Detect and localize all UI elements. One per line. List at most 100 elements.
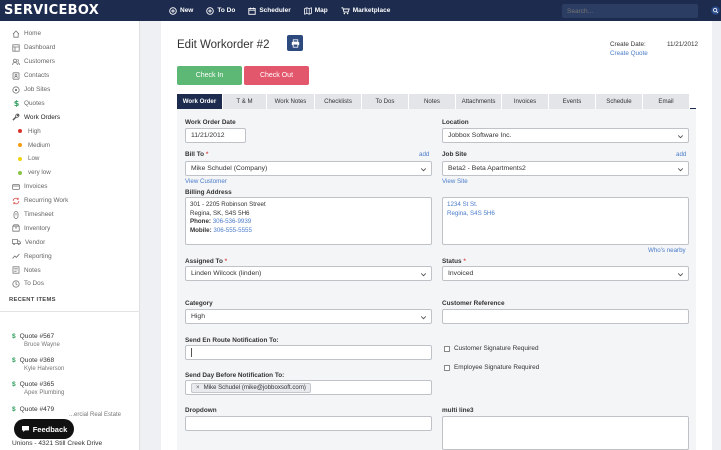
search-input[interactable] (562, 7, 672, 15)
recent-item-unions[interactable]: Unions - 4321 Still Creek Drive (12, 440, 102, 447)
tab-work-notes[interactable]: Work Notes (267, 94, 315, 109)
bill-to-add-link[interactable]: add (419, 151, 429, 158)
recipient-tag[interactable]: × Mike Schudel (mike@jobboxsoft.com) (191, 382, 311, 393)
map-icon (303, 6, 312, 15)
tab-invoices[interactable]: Invoices (502, 94, 549, 109)
sidebar-menu: Home Dashboard Customers Contacts Job Si… (0, 21, 139, 291)
priority-label: Low (28, 155, 40, 163)
dropdown-select[interactable] (185, 416, 432, 431)
assigned-to-value: Linden Wilcock (linden) (191, 270, 262, 277)
sidebar-item-work-orders[interactable]: Work Orders (12, 110, 139, 124)
tab-work-order[interactable]: Work Order (177, 94, 223, 109)
tab-checklists[interactable]: Checklists (315, 94, 362, 109)
cart-icon (341, 6, 350, 14)
sidebar-item-quotes[interactable]: $ Quotes (12, 96, 139, 110)
users-icon (12, 58, 20, 65)
sidebar-item-home[interactable]: Home (12, 27, 139, 41)
status-label: Status * (442, 258, 466, 265)
wrench-icon (12, 113, 20, 121)
invoice-icon (12, 183, 20, 190)
en-route-input[interactable] (185, 345, 432, 360)
top-bar: SERVICEBOX New To Do Scheduler Map Marke… (0, 0, 721, 21)
employee-signature-checkbox[interactable]: Employee Signature Required (444, 364, 539, 371)
job-site-select[interactable]: Beta2 - Beta Apartments2 (442, 161, 689, 176)
recent-item[interactable]: $ Quote #368 Kyle Halverson (12, 357, 64, 372)
tab-to-dos[interactable]: To Dos (362, 94, 409, 109)
tab-email[interactable]: Email (643, 94, 690, 109)
print-button[interactable] (287, 35, 303, 51)
sidebar-item-recurring-work[interactable]: Recurring Work (12, 194, 139, 208)
site-address-box[interactable]: 1234 St St. Regina, S4S 5H6 (442, 197, 689, 245)
check-in-button[interactable]: Check In (177, 66, 242, 85)
view-customer-link[interactable]: View Customer (185, 178, 227, 185)
feedback-label: Feedback (32, 424, 68, 434)
nav-map-label: Map (314, 7, 328, 14)
feedback-button[interactable]: Feedback (14, 419, 74, 439)
sidebar-item-label: Invoices (24, 183, 48, 191)
chart-icon (12, 253, 20, 259)
remove-tag-icon[interactable]: × (196, 384, 200, 391)
sidebar-item-customers[interactable]: Customers (12, 55, 139, 69)
priority-high[interactable]: High (12, 124, 139, 138)
priority-very-low[interactable]: very low (12, 166, 139, 180)
priority-label: Medium (28, 141, 51, 149)
sidebar-item-label: Work Orders (24, 113, 61, 121)
tab-attachments[interactable]: Attachments (456, 94, 502, 109)
location-label: Location (442, 119, 469, 126)
day-before-input[interactable]: × Mike Schudel (mike@jobboxsoft.com) (185, 380, 432, 395)
tab-events[interactable]: Events (549, 94, 596, 109)
dollar-icon: $ (12, 381, 16, 388)
assigned-to-select[interactable]: Linden Wilcock (linden) (185, 266, 432, 281)
search-icon[interactable] (711, 6, 720, 15)
sidebar-item-dashboard[interactable]: Dashboard (12, 41, 139, 55)
customer-reference-input[interactable] (442, 309, 689, 324)
recent-item[interactable]: $ Quote #479 ...ercial Real Estate (12, 406, 121, 418)
nav-marketplace[interactable]: Marketplace (341, 6, 390, 15)
sidebar-item-label: Notes (24, 266, 41, 274)
check-out-button[interactable]: Check Out (244, 66, 309, 85)
sidebar-item-timesheet[interactable]: Timesheet (12, 208, 139, 222)
sidebar-item-label: Dashboard (24, 44, 56, 52)
sidebar-item-label: Timesheet (24, 211, 54, 219)
recent-items-title: RECENT ITEMS (9, 297, 56, 303)
app-logo[interactable]: SERVICEBOX (4, 3, 169, 18)
job-site-add-link[interactable]: add (676, 151, 686, 158)
nav-todo[interactable]: To Do (206, 6, 235, 15)
nav-new[interactable]: New (169, 6, 193, 15)
billing-address-box[interactable]: 301 - 2205 Robinson Street Regina, SK, S… (185, 197, 432, 245)
dashboard-icon (12, 44, 20, 52)
bill-to-select[interactable]: Mike Schudel (Company) (185, 161, 432, 176)
sidebar-item-to-dos[interactable]: To Dos (12, 277, 139, 291)
customer-signature-checkbox[interactable]: Customer Signature Required (444, 345, 539, 352)
sidebar-item-inventory[interactable]: Inventory (12, 221, 139, 235)
priority-low[interactable]: Low (12, 152, 139, 166)
sidebar-item-vendor[interactable]: Vendor (12, 235, 139, 249)
location-select[interactable]: Jobbox Software Inc. (442, 128, 689, 143)
sidebar-item-reporting[interactable]: Reporting (12, 249, 139, 263)
nav-map[interactable]: Map (303, 6, 328, 15)
tab-notes[interactable]: Notes (409, 94, 456, 109)
whos-nearby-link[interactable]: Who's nearby (648, 247, 686, 254)
customer-signature-label: Customer Signature Required (454, 345, 539, 352)
location-icon (12, 85, 20, 94)
sidebar-item-notes[interactable]: Notes (12, 263, 139, 277)
tab-schedule[interactable]: Schedule (596, 94, 643, 109)
sidebar-item-label: Quotes (24, 99, 45, 107)
sidebar-item-invoices[interactable]: Invoices (12, 180, 139, 194)
sidebar-item-job-sites[interactable]: Job Sites (12, 83, 139, 97)
status-select[interactable]: Invoiced (442, 266, 689, 281)
sidebar-item-contacts[interactable]: Contacts (12, 69, 139, 83)
recent-item-title: Quote #479 (19, 406, 55, 413)
recent-item[interactable]: $ Quote #567 Bruce Wayne (12, 333, 60, 348)
work-order-date-input[interactable]: 11/21/2012 (185, 128, 246, 143)
view-site-link[interactable]: View Site (442, 178, 468, 185)
create-quote-link[interactable]: Create Quote (610, 50, 648, 57)
tab-t-and-m[interactable]: T & M (223, 94, 267, 109)
sidebar-item-label: Contacts (24, 72, 50, 80)
chevron-down-icon (420, 316, 427, 320)
nav-scheduler[interactable]: Scheduler (248, 7, 291, 15)
recent-item[interactable]: $ Quote #365 Apex Plumbing (12, 381, 64, 396)
category-select[interactable]: High (185, 309, 432, 324)
priority-medium[interactable]: Medium (12, 138, 139, 152)
multi-line3-textarea[interactable] (442, 416, 689, 450)
